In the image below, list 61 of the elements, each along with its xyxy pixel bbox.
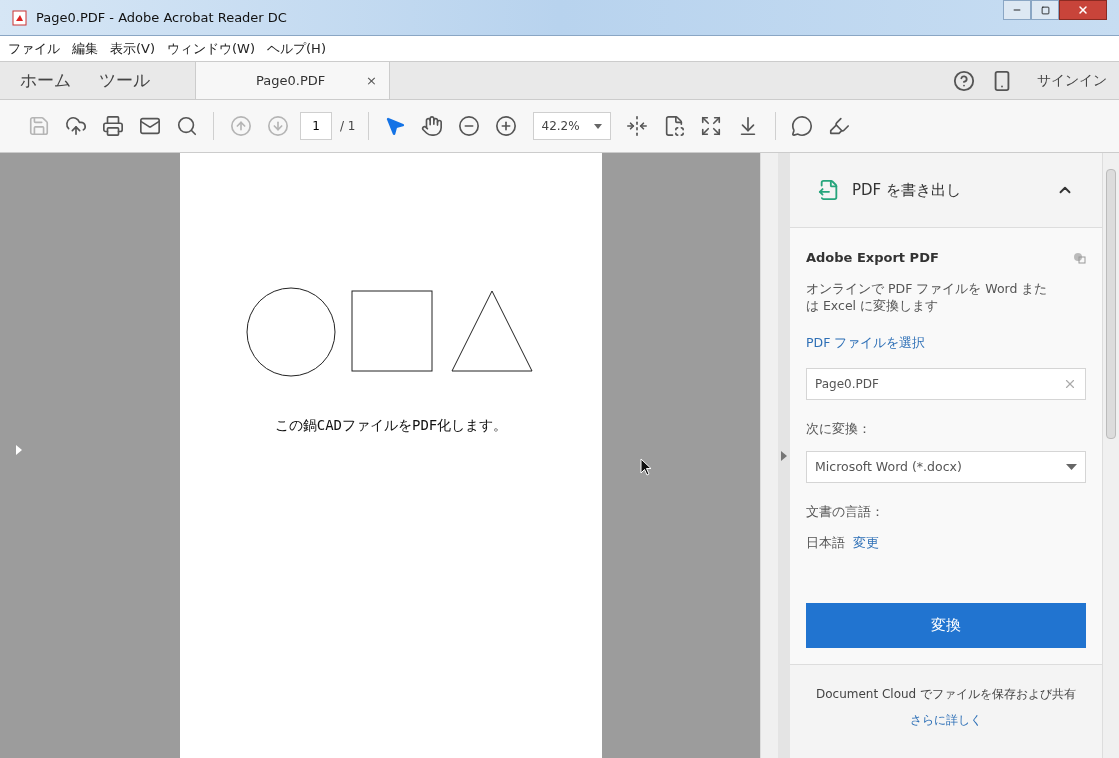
zoom-in-icon — [495, 115, 517, 137]
save-icon — [27, 115, 50, 137]
convert-to-label: 次に変換： — [806, 420, 872, 439]
language-label: 文書の言語： — [806, 503, 885, 521]
learn-more-link[interactable]: さらに詳しく — [910, 710, 982, 729]
nav-tab[interactable]: ホーム — [20, 67, 71, 94]
nav-tab[interactable]: ツール — [99, 67, 150, 94]
language-value: 日本語 — [806, 533, 845, 552]
export-pdf-icon — [818, 179, 840, 201]
help-icon[interactable] — [953, 69, 975, 92]
expand-icon — [700, 115, 722, 137]
fit-page-icon — [663, 115, 685, 137]
page-caption: この鍋CADファイルをPDF化します。 — [274, 416, 508, 435]
pdf-icon — [12, 9, 28, 26]
cloud-text: Document Cloud でファイルを保存および共有 — [815, 685, 1077, 703]
hand-icon — [421, 115, 443, 137]
change-link[interactable]: 変更 — [853, 533, 879, 553]
menu-item[interactable]: 表示(V) — [110, 38, 156, 59]
arrow-up-icon — [229, 115, 252, 137]
maximize-icon — [1040, 5, 1050, 15]
pointer-icon — [384, 115, 406, 137]
panel-title: PDF を書き出し — [852, 179, 961, 201]
format-dropdown[interactable]: Microsoft Word (*.docx) — [806, 451, 1086, 483]
page-total: / 1 — [340, 118, 356, 135]
fit-width-icon — [626, 115, 648, 137]
cursor-icon — [640, 458, 652, 476]
menu-item[interactable]: 編集 — [72, 38, 98, 59]
zoom-out-icon — [458, 115, 480, 137]
convert-button[interactable]: 変換 — [806, 602, 1086, 648]
window-title: Page0.PDF - Adobe Acrobat Reader DC — [36, 8, 287, 27]
minimize-button[interactable] — [1003, 0, 1031, 20]
maximize-button[interactable] — [1031, 0, 1059, 20]
zoom-dropdown[interactable]: 42.2% — [532, 112, 611, 140]
close-button[interactable] — [1059, 0, 1107, 20]
file-field[interactable]: Page0.PDF — [806, 368, 1086, 401]
section-title: Adobe Export PDF — [806, 249, 939, 267]
scrollbar[interactable] — [760, 153, 778, 758]
sign-in-button[interactable]: サインイン — [1037, 70, 1107, 91]
mail-icon — [138, 115, 161, 137]
caret-icon — [593, 123, 602, 129]
document-tab[interactable]: Page0.PDF × — [195, 62, 390, 99]
comment-icon — [791, 115, 813, 137]
printer-icon — [101, 115, 124, 137]
close-tab-button[interactable]: × — [366, 70, 377, 91]
search-icon — [175, 115, 198, 137]
menu-item[interactable]: ファイル — [8, 38, 60, 59]
panel-scrollbar[interactable] — [1102, 153, 1119, 758]
arrow-down-icon — [266, 115, 289, 137]
panel-collapse-handle[interactable] — [778, 153, 790, 758]
cloud-upload-icon — [64, 115, 87, 137]
caret-icon — [1066, 464, 1077, 470]
expand-arrow-icon — [781, 450, 787, 461]
menu-item[interactable]: ウィンドウ(W) — [167, 38, 256, 59]
select-file-link[interactable]: PDF ファイルを選択 — [806, 333, 1086, 353]
page-number-field[interactable]: 1 — [300, 112, 332, 140]
description: オンラインで PDF ファイルを Word または Excel に変換します — [806, 279, 1049, 314]
cloud-icon — [1074, 251, 1086, 264]
close-icon — [1077, 4, 1089, 16]
menu-item[interactable]: ヘルプ(H) — [267, 38, 326, 59]
pen-icon — [828, 115, 850, 137]
panel-handle-icon[interactable] — [16, 445, 22, 455]
